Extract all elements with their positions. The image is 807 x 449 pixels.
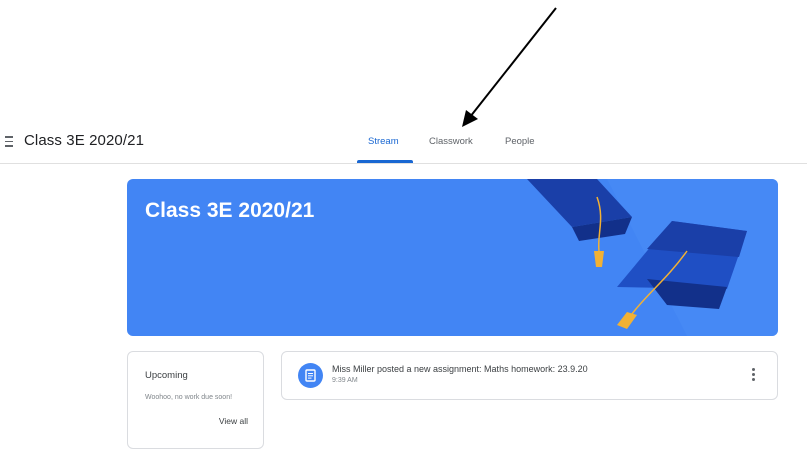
view-all-link[interactable]: View all bbox=[219, 416, 248, 426]
active-tab-indicator bbox=[357, 160, 413, 163]
assignment-icon bbox=[298, 363, 323, 388]
banner-title: Class 3E 2020/21 bbox=[145, 199, 315, 222]
more-options-icon[interactable] bbox=[752, 368, 755, 383]
stream-post[interactable]: Miss Miller posted a new assignment: Mat… bbox=[281, 351, 778, 400]
upcoming-title: Upcoming bbox=[145, 370, 188, 381]
class-title[interactable]: Class 3E 2020/21 bbox=[24, 132, 144, 149]
top-navigation-bar: Class 3E 2020/21 Stream Classwork People bbox=[0, 124, 807, 164]
tab-stream[interactable]: Stream bbox=[368, 136, 399, 147]
tab-classwork[interactable]: Classwork bbox=[429, 136, 473, 147]
upcoming-card: Upcoming Woohoo, no work due soon! View … bbox=[127, 351, 264, 449]
class-banner: Class 3E 2020/21 bbox=[127, 179, 778, 336]
post-time: 9:39 AM bbox=[332, 377, 358, 384]
tab-people[interactable]: People bbox=[505, 136, 535, 147]
menu-icon[interactable] bbox=[5, 136, 13, 148]
post-text: Miss Miller posted a new assignment: Mat… bbox=[332, 364, 588, 374]
upcoming-empty-message: Woohoo, no work due soon! bbox=[145, 394, 233, 401]
